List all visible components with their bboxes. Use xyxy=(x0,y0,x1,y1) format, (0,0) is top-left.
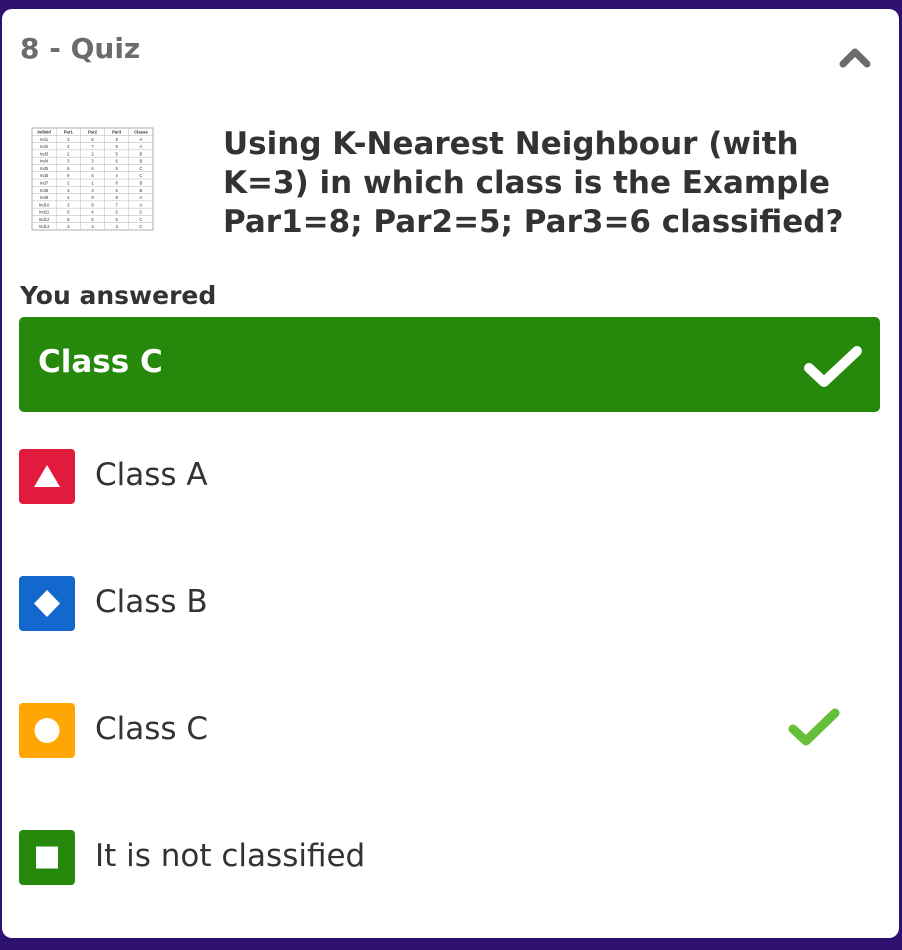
table-cell: Ind13 xyxy=(39,224,50,229)
option-label: Class B xyxy=(95,584,208,620)
option-label: Class A xyxy=(95,457,208,493)
table-cell: A xyxy=(140,144,143,149)
option-class-b[interactable]: Class B xyxy=(19,576,879,631)
table-cell: Ind4 xyxy=(40,159,49,164)
question-image: Individ Par1 Par2 Par3 Classe Ind1 3 8 9 A Ind2 4 7 8… xyxy=(30,126,155,232)
table-cell: B xyxy=(140,151,143,156)
diamond-icon xyxy=(19,576,75,631)
check-icon xyxy=(803,345,863,389)
option-class-a[interactable]: Class A xyxy=(19,449,879,504)
table-cell: B xyxy=(140,159,143,164)
table-cell: A xyxy=(140,195,143,200)
table-header-cell: Par2 xyxy=(88,129,98,134)
table-cell: Ind12 xyxy=(39,217,50,222)
table-cell: Ind7 xyxy=(40,180,49,185)
chevron-up-icon xyxy=(839,48,871,68)
table-cell: Ind3 xyxy=(40,151,49,156)
table-cell: C xyxy=(139,210,142,215)
table-header-cell: Par3 xyxy=(112,129,122,134)
table-cell: A xyxy=(140,137,143,142)
table-cell: Ind5 xyxy=(40,166,49,171)
table-cell: Ind8 xyxy=(40,188,49,193)
collapse-button[interactable] xyxy=(835,39,875,73)
option-label: Class C xyxy=(95,711,209,747)
your-answer-bar: Class C xyxy=(19,317,880,412)
circle-icon xyxy=(19,703,75,758)
question-text: Using K-Nearest Neighbour (with K=3) in … xyxy=(223,126,844,240)
table-header-cell: Individ xyxy=(37,129,51,134)
option-class-c[interactable]: Class C xyxy=(19,703,879,758)
table-cell: C xyxy=(139,166,142,171)
table-cell: Ind1 xyxy=(40,137,49,142)
table-cell: Ind9 xyxy=(40,195,49,200)
square-icon xyxy=(19,830,75,885)
table-cell: Ind11 xyxy=(39,210,50,215)
quiz-card: 8 - Quiz Individ Par1 Par2 Par3 Classe Ind1 3 8… xyxy=(2,9,899,938)
table-cell: B xyxy=(140,180,143,185)
table-header-cell: Classe xyxy=(134,129,148,134)
your-answer-text: Class C xyxy=(38,344,163,380)
table-cell: B xyxy=(140,188,143,193)
correct-check-icon xyxy=(788,708,840,750)
table-cell: C xyxy=(139,173,142,178)
option-label: It is not classified xyxy=(95,838,366,874)
data-table-image: Individ Par1 Par2 Par3 ClasseInd1 3 8 9 AInd2 4 7 8… xyxy=(31,127,154,231)
table-cell: C xyxy=(139,217,142,222)
you-answered-label: You answered xyxy=(20,281,217,310)
table-header-cell: Par1 xyxy=(64,129,74,134)
table-cell: Ind10 xyxy=(39,202,50,207)
triangle-icon xyxy=(19,449,75,504)
quiz-title: 8 - Quiz xyxy=(20,32,141,65)
table-cell: Ind6 xyxy=(40,173,49,178)
table-cell: A xyxy=(140,202,143,207)
table-cell: C xyxy=(139,224,142,229)
option-not-classified[interactable]: It is not classified xyxy=(19,830,879,885)
table-cell: Ind2 xyxy=(40,144,49,149)
